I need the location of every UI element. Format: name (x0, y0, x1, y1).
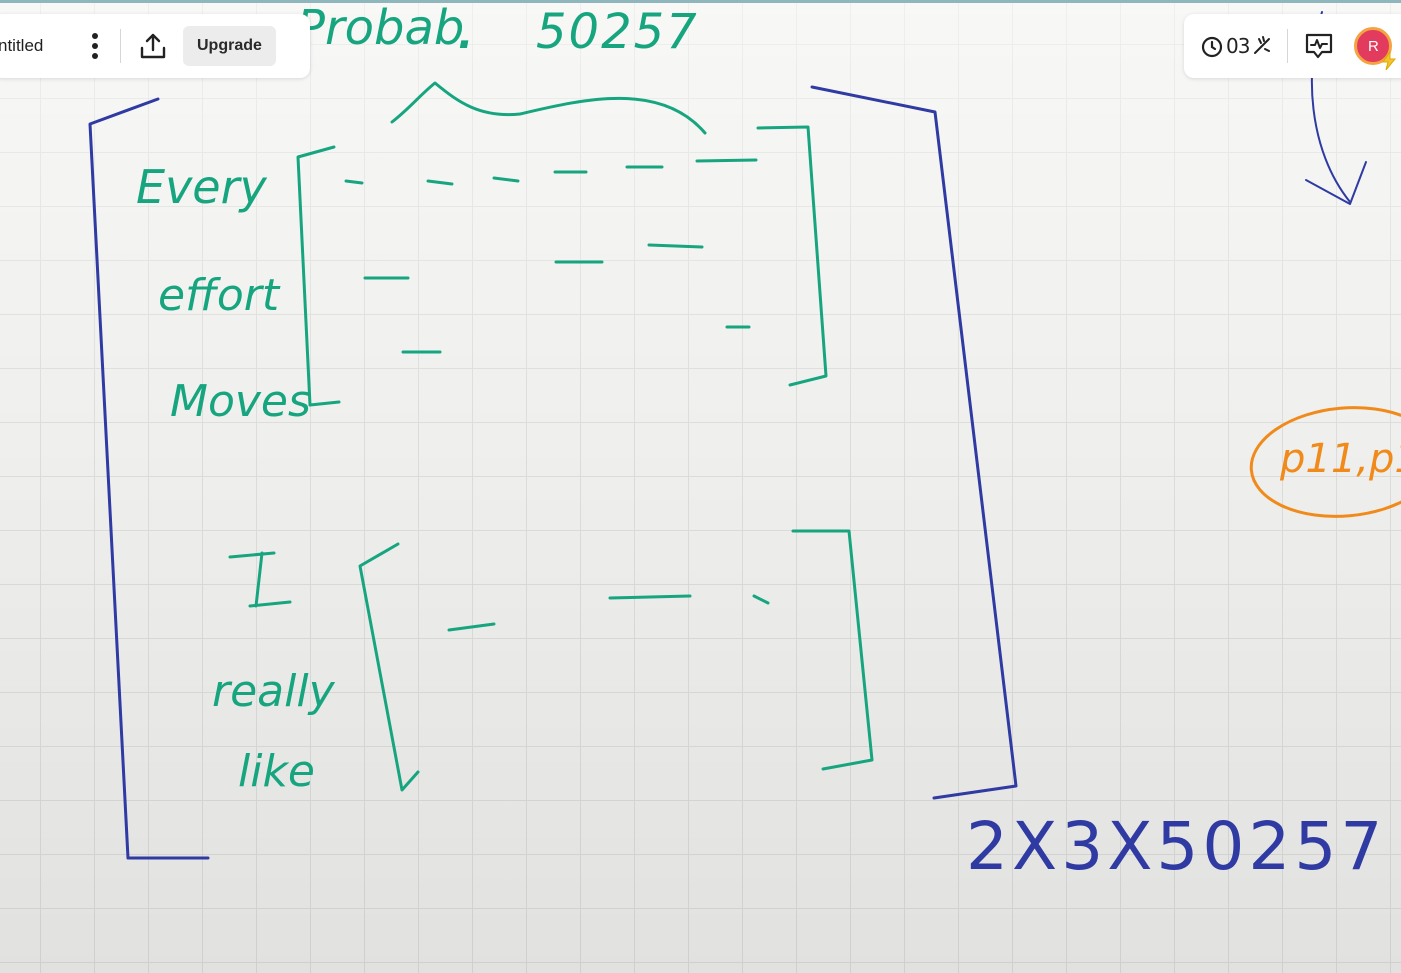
activity-chat-icon (1306, 33, 1333, 59)
lower-matrix-right-bracket (791, 529, 874, 771)
user-avatar[interactable]: R (1354, 27, 1397, 70)
document-title[interactable]: ntitled (0, 36, 68, 56)
word-like: like (238, 746, 315, 797)
word-every: Every (136, 160, 267, 214)
word-really: really (212, 666, 335, 717)
letter-I (228, 551, 292, 608)
collaborator-count: 03 (1226, 34, 1250, 58)
curly-brace (390, 81, 707, 135)
lightning-badge-icon (1382, 52, 1397, 70)
share-upload-icon (140, 33, 166, 59)
activity-button[interactable] (1302, 26, 1336, 66)
upgrade-button[interactable]: Upgrade (183, 26, 276, 66)
upper-dashes (344, 158, 758, 354)
top-right-toolbar: 03 R (1184, 14, 1401, 78)
toolbar-divider (120, 29, 121, 63)
word-moves: Moves (170, 376, 311, 427)
probab-text: Probab (296, 0, 465, 56)
vertical-dots-icon (92, 33, 98, 59)
oval-label: p11,p12 (1280, 436, 1401, 482)
top-left-toolbar: ntitled Upgrade (0, 14, 310, 78)
collaborators-icon (1201, 36, 1223, 58)
upper-matrix-right-bracket (756, 125, 828, 387)
lower-matrix-left-bracket (358, 542, 420, 792)
dimension-label: 2X3X50257 (966, 808, 1387, 885)
probab-dot: . (458, 12, 474, 58)
more-options-button[interactable] (80, 26, 110, 66)
avatar-initial: R (1368, 37, 1379, 55)
vocab-size-text: 50257 (536, 4, 699, 60)
share-button[interactable] (135, 26, 171, 66)
toolbar-divider-right (1287, 29, 1289, 63)
upper-matrix-left-bracket (296, 145, 341, 407)
lower-dashes (447, 594, 770, 632)
right-outer-bracket (810, 85, 1018, 800)
sparkle-icon (1254, 36, 1271, 54)
word-effort: effort (158, 270, 280, 321)
collaborators-button[interactable]: 03 (1200, 26, 1273, 66)
